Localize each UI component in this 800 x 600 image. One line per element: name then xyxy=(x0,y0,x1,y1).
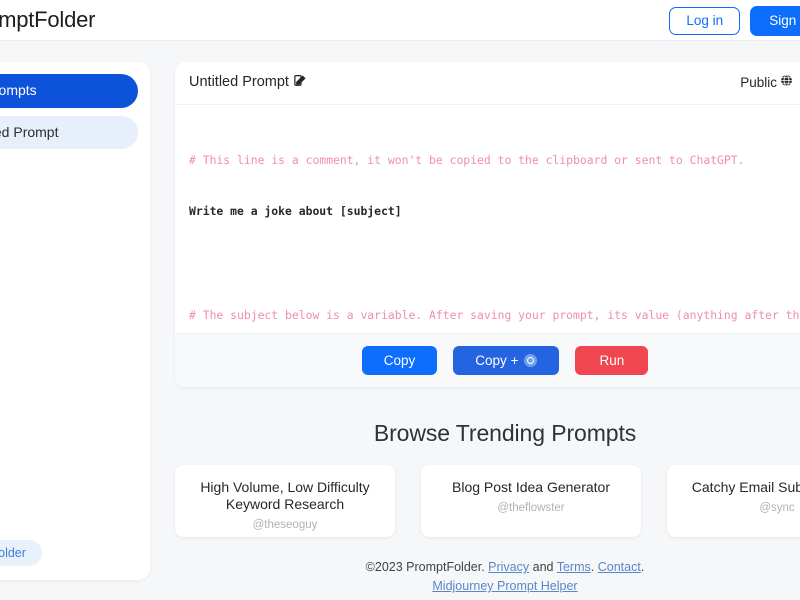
footer-and: and xyxy=(532,560,554,574)
editor-line: Write me a joke about [subject] xyxy=(189,204,402,219)
prompt-editor-card: Untitled Prompt Public # This line is a … xyxy=(175,62,800,387)
trending-cards: High Volume, Low Difficulty Keyword Rese… xyxy=(175,465,800,537)
sidebar-item-my-prompts[interactable]: My Prompts xyxy=(0,74,138,108)
visibility-selector[interactable]: Public xyxy=(740,74,800,90)
prompt-title-text: Untitled Prompt xyxy=(189,74,289,90)
sidebar-item-untitled-prompt[interactable]: Untitled Prompt xyxy=(0,115,138,149)
page-footer: ©2023 PromptFolder. Privacy and Terms. C… xyxy=(175,558,800,596)
trending-card[interactable]: Catchy Email Subject Lines @sync xyxy=(667,465,800,537)
pencil-square-icon[interactable] xyxy=(294,73,308,91)
trending-card-author: @theflowster xyxy=(497,502,565,514)
sidebar-item-label: My Prompts xyxy=(0,82,37,98)
brand-logo-light: mptFolder xyxy=(0,7,96,32)
login-button[interactable]: Log in xyxy=(669,7,741,35)
trending-card-title: Blog Post Idea Generator xyxy=(452,479,610,495)
new-folder-button[interactable]: New Folder xyxy=(0,540,42,566)
editor-header: Untitled Prompt Public xyxy=(175,62,800,105)
sidebar-item-label: Untitled Prompt xyxy=(0,123,59,140)
trending-card-author: @theseoguy xyxy=(252,519,318,531)
editor-line: # The subject below is a variable. After… xyxy=(189,308,800,323)
terms-link[interactable]: Terms xyxy=(557,560,591,574)
trending-heading: Browse Trending Prompts xyxy=(373,420,637,446)
midjourney-helper-link[interactable]: Midjourney Prompt Helper xyxy=(432,579,577,593)
footer-period: . xyxy=(640,560,645,574)
nav-actions: Log in Sign up xyxy=(669,6,800,36)
copy-button[interactable]: Copy xyxy=(361,345,438,376)
brand-logo[interactable]: PromptFolder xyxy=(0,7,96,33)
signup-button[interactable]: Sign up xyxy=(750,6,800,36)
sidebar: My Prompts Untitled Prompt New Folder xyxy=(0,62,150,580)
trending-card[interactable]: Blog Post Idea Generator @theflowster xyxy=(421,465,641,537)
editor-action-bar: Copy Copy + Run xyxy=(175,333,800,387)
trending-card[interactable]: High Volume, Low Difficulty Keyword Rese… xyxy=(175,465,395,537)
privacy-link[interactable]: Privacy xyxy=(488,560,529,574)
editor-line-blank xyxy=(189,255,800,272)
trending-card-title: Catchy Email Subject Lines xyxy=(691,479,800,495)
globe-icon xyxy=(780,74,793,90)
visibility-label: Public xyxy=(740,74,777,90)
prompt-title[interactable]: Untitled Prompt xyxy=(189,73,308,91)
copy-to-chatgpt-label: Copy + xyxy=(475,352,519,368)
copy-to-chatgpt-button[interactable]: Copy + xyxy=(453,345,560,376)
top-navbar: PromptFolder Log in Sign up xyxy=(0,0,800,41)
footer-period: . xyxy=(590,560,595,574)
trending-card-title: High Volume, Low Difficulty Keyword Rese… xyxy=(200,479,370,512)
trending-card-author: @sync xyxy=(759,502,795,514)
footer-second-line: Midjourney Prompt Helper xyxy=(175,577,800,596)
run-button[interactable]: Run xyxy=(575,345,649,376)
editor-line: # This line is a comment, it won't be co… xyxy=(189,152,745,167)
footer-copyright: ©2023 PromptFolder. xyxy=(365,560,485,574)
chatgpt-logo-icon xyxy=(524,354,538,367)
contact-link[interactable]: Contact xyxy=(598,560,641,574)
prompt-text-editor[interactable]: # This line is a comment, it won't be co… xyxy=(175,105,800,333)
